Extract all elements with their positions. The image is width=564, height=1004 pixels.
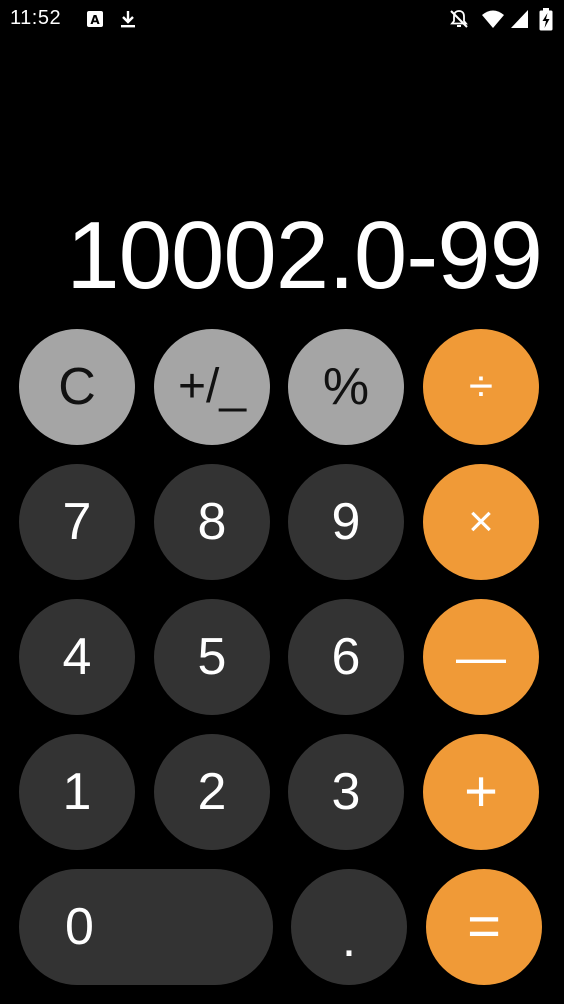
digit-0-label: 0 (65, 898, 94, 956)
divide-label: ÷ (468, 362, 494, 411)
a-notification-icon: A (84, 8, 106, 30)
digit-2-button[interactable]: 2 (154, 734, 270, 850)
svg-text:A: A (90, 13, 100, 27)
minus-button[interactable]: — (423, 599, 539, 715)
digit-6-button[interactable]: 6 (288, 599, 404, 715)
divide-button[interactable]: ÷ (423, 329, 539, 445)
percent-label: % (322, 358, 370, 416)
download-icon (117, 8, 139, 30)
equals-button[interactable]: = (426, 869, 542, 985)
digit-0-button[interactable]: 0 (19, 869, 273, 985)
digit-7-label: 7 (62, 493, 92, 551)
clear-label: C (58, 358, 96, 416)
toggle-sign-label: +/_ (177, 360, 247, 413)
minus-label: — (456, 629, 506, 685)
digit-4-label: 4 (62, 628, 92, 686)
digit-9-button[interactable]: 9 (288, 464, 404, 580)
plus-button[interactable]: + (423, 734, 539, 850)
clear-button[interactable]: C (19, 329, 135, 445)
wifi-icon (481, 8, 504, 30)
digit-5-label: 5 (197, 628, 227, 686)
decimal-button[interactable]: . (291, 869, 407, 985)
toggle-sign-button[interactable]: +/_ (154, 329, 270, 445)
digit-3-button[interactable]: 3 (288, 734, 404, 850)
signal-icon (510, 8, 532, 30)
multiply-button[interactable]: × (423, 464, 539, 580)
percent-button[interactable]: % (288, 329, 404, 445)
notifications-off-icon (448, 8, 470, 30)
equals-label: = (467, 894, 501, 959)
digit-6-label: 6 (331, 628, 361, 686)
digit-1-button[interactable]: 1 (19, 734, 135, 850)
digit-8-label: 8 (197, 493, 227, 551)
digit-4-button[interactable]: 4 (19, 599, 135, 715)
digit-8-button[interactable]: 8 (154, 464, 270, 580)
status-bar: 11:52 A (0, 0, 564, 40)
decimal-label: . (341, 910, 357, 968)
multiply-label: × (468, 497, 494, 546)
result-display: 10002.0-99 (66, 202, 543, 309)
digit-9-label: 9 (331, 493, 361, 551)
plus-label: + (464, 759, 498, 824)
battery-charging-icon (538, 8, 554, 31)
digit-7-button[interactable]: 7 (19, 464, 135, 580)
digit-5-button[interactable]: 5 (154, 599, 270, 715)
digit-3-label: 3 (331, 763, 361, 821)
status-time: 11:52 (10, 7, 62, 29)
digit-2-label: 2 (197, 763, 227, 821)
digit-1-label: 1 (62, 763, 92, 821)
